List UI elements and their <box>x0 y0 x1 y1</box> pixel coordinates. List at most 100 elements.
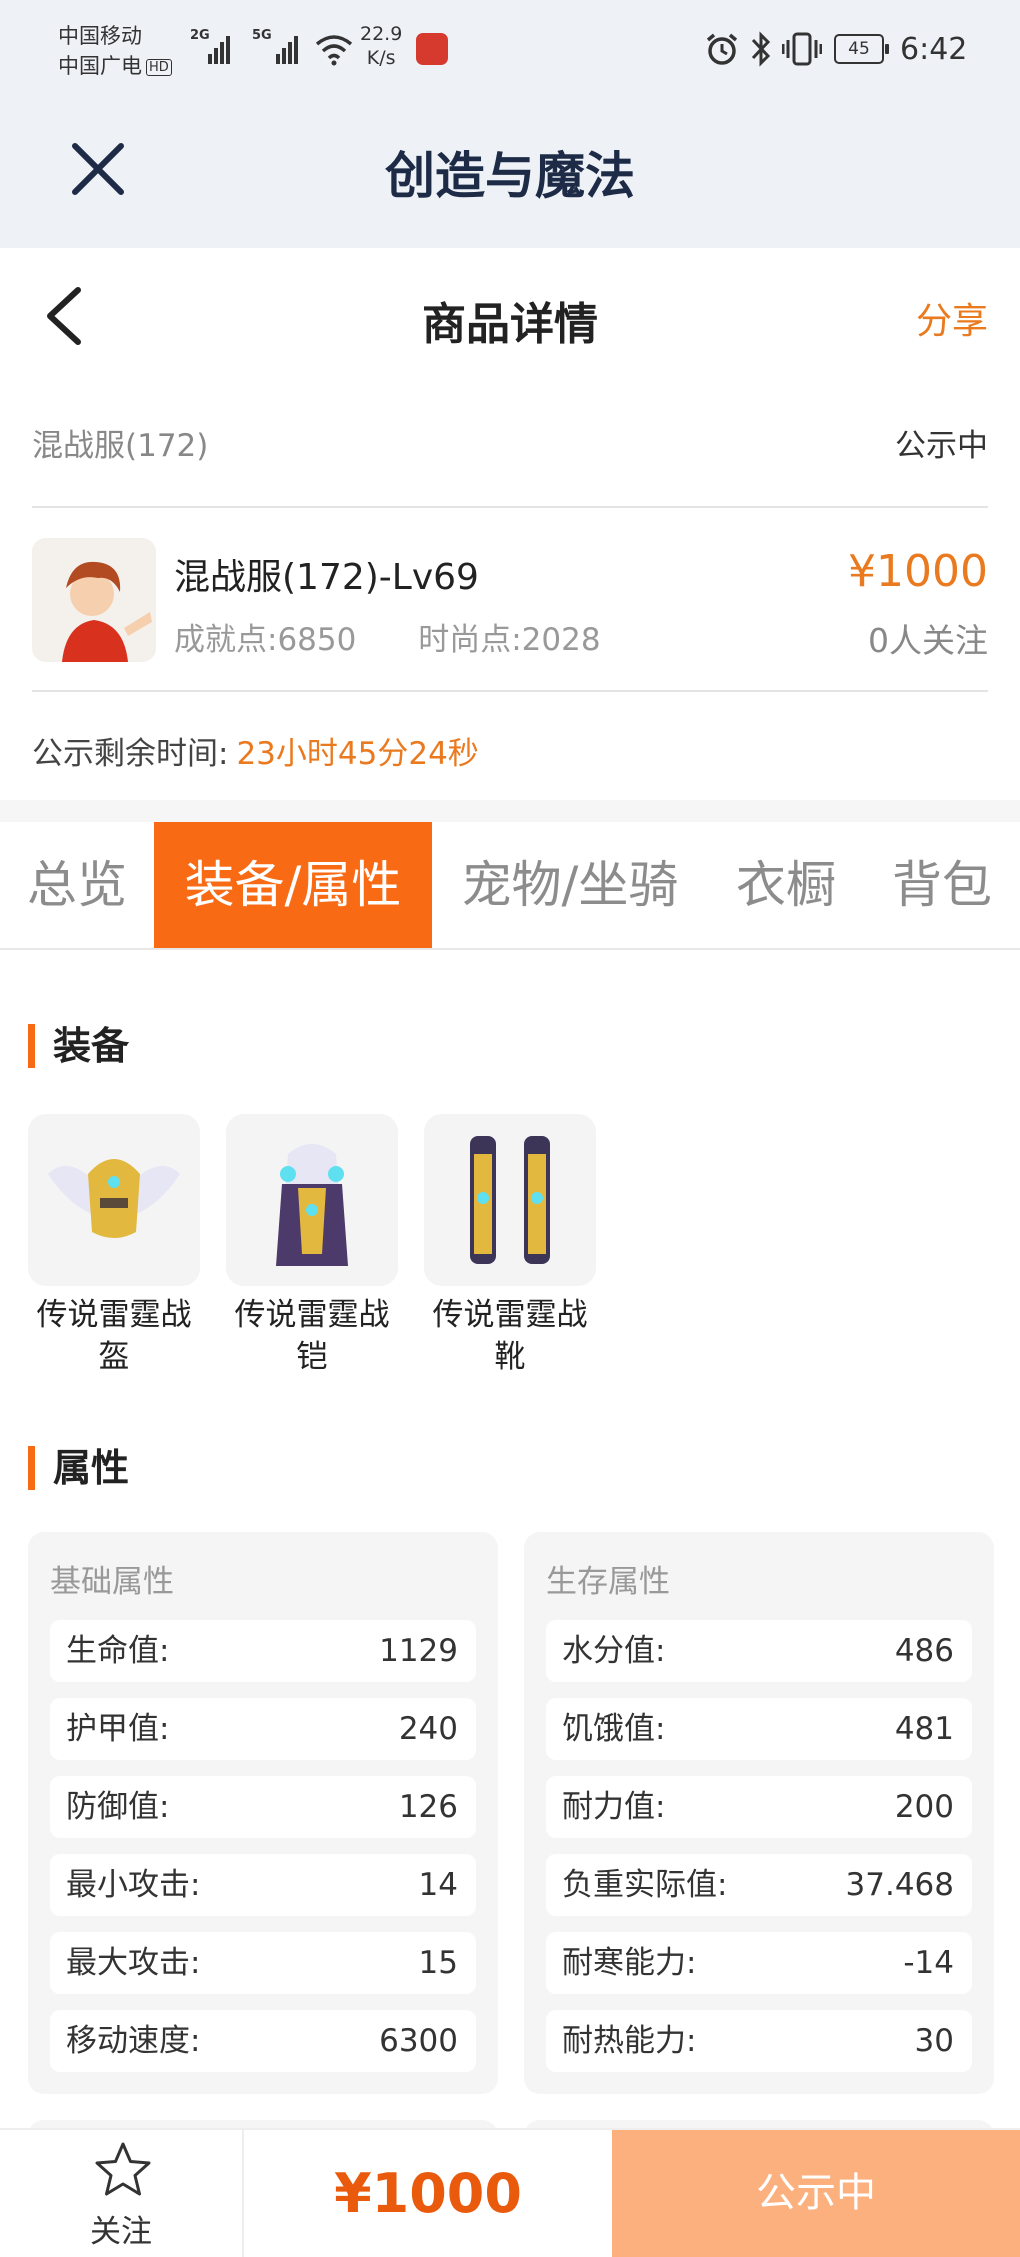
follower-count: 0人关注 <box>868 621 988 660</box>
attribute-value: 14 <box>418 1867 458 1903</box>
app-notification-icon <box>416 33 448 65</box>
fashion-points: 时尚点:2028 <box>418 622 601 658</box>
equipment-item[interactable]: 传说雷霆战盔 <box>28 1114 200 1378</box>
status-button[interactable]: 公示中 <box>612 2130 1020 2257</box>
equipment-heading: 装备 <box>28 1024 129 1068</box>
attribute-value: 126 <box>398 1789 458 1825</box>
equipment-item[interactable]: 传说雷霆战靴 <box>424 1114 596 1378</box>
tab-overview[interactable]: 总览 <box>0 822 154 948</box>
helmet-image <box>28 1114 200 1286</box>
attribute-label: 移动速度: <box>66 2023 201 2059</box>
page-title: 商品详情 <box>422 299 598 350</box>
listing-server-row: 混战服(172) 公示中 <box>32 420 988 465</box>
basic-attributes-panel: 基础属性 生命值: 1129 护甲值: 240 防御值: 126 最小攻击: 14 最大… <box>28 1532 498 2094</box>
boots-image <box>424 1114 596 1286</box>
bottom-action-bar: 关注 ¥1000 公示中 <box>0 2128 1020 2257</box>
signal-2g-icon: 2G <box>190 28 230 64</box>
attributes-heading: 属性 <box>28 1446 129 1490</box>
attribute-value: 481 <box>894 1711 954 1747</box>
attribute-label: 耐力值: <box>562 1789 666 1825</box>
star-icon <box>95 2142 151 2196</box>
countdown-row: 公示剩余时间: 23小时45分24秒 <box>32 728 479 773</box>
bluetooth-icon <box>751 31 771 67</box>
attribute-row: 移动速度: 6300 <box>50 2010 476 2072</box>
item-name: 混战服(172)-Lv69 <box>174 557 479 598</box>
battery-icon: 45 <box>834 34 889 64</box>
item-price: ¥1000 <box>848 546 988 597</box>
follow-label: 关注 <box>90 2214 152 2250</box>
tab-backpack[interactable]: 背包 <box>864 822 1020 948</box>
share-button[interactable]: 分享 <box>916 292 988 344</box>
countdown-label: 公示剩余时间: <box>32 736 229 772</box>
attribute-row: 负重实际值: 37.468 <box>546 1854 972 1916</box>
attribute-row: 防御值: 126 <box>50 1776 476 1838</box>
status-bar: 中国移动 中国广电 HD 2G 5G 22.9 K/s 45 6:42 <box>0 0 1020 100</box>
speed-value: 22.9 <box>360 23 403 45</box>
tab-wardrobe[interactable]: 衣橱 <box>708 822 864 948</box>
follow-button[interactable]: 关注 <box>0 2130 244 2257</box>
attribute-label: 饥饿值: <box>562 1711 666 1747</box>
app-title: 创造与魔法 <box>385 147 635 205</box>
attribute-value: 37.468 <box>845 1867 954 1903</box>
attribute-label: 最大攻击: <box>66 1945 201 1981</box>
countdown-value: 23小时45分24秒 <box>236 736 479 772</box>
attribute-label: 生命值: <box>66 1633 170 1669</box>
panel-title: 基础属性 <box>50 1564 174 1600</box>
divider <box>32 690 988 692</box>
tab-equipment-attributes[interactable]: 装备/属性 <box>154 822 432 948</box>
attribute-row: 最大攻击: 15 <box>50 1932 476 1994</box>
attribute-value: 30 <box>914 2023 954 2059</box>
hd-badge: HD <box>146 58 172 76</box>
attribute-value: -14 <box>903 1945 954 1981</box>
attribute-label: 护甲值: <box>66 1711 170 1747</box>
divider <box>32 506 988 508</box>
network-speed: 22.9 K/s <box>360 22 402 70</box>
attribute-value: 486 <box>894 1633 954 1669</box>
attribute-row: 最小攻击: 14 <box>50 1854 476 1916</box>
equipment-name: 传说雷霆战盔 <box>36 1297 192 1375</box>
listing-status: 公示中 <box>895 428 988 464</box>
detail-tabs: 总览 装备/属性 宠物/坐骑 衣橱 背包 <box>0 822 1020 950</box>
bottom-price: ¥1000 <box>334 2162 522 2225</box>
page-nav: 商品详情 分享 <box>0 248 1020 384</box>
app-title-bar: 创造与魔法 <box>0 100 1020 248</box>
attribute-label: 防御值: <box>66 1789 170 1825</box>
attribute-row: 护甲值: 240 <box>50 1698 476 1760</box>
attribute-row: 耐力值: 200 <box>546 1776 972 1838</box>
character-avatar <box>32 538 156 662</box>
attribute-value: 15 <box>418 1945 458 1981</box>
section-spacer <box>0 800 1020 822</box>
equipment-item[interactable]: 传说雷霆战铠 <box>226 1114 398 1378</box>
vibrate-icon <box>782 32 822 66</box>
tab-pets-mounts[interactable]: 宠物/坐骑 <box>432 822 708 948</box>
armor-image <box>226 1114 398 1286</box>
attribute-value: 1129 <box>379 1633 458 1669</box>
item-points: 成就点:6850 时尚点:2028 <box>174 614 653 659</box>
alarm-icon <box>706 33 738 65</box>
attribute-row: 耐热能力: 30 <box>546 2010 972 2072</box>
attribute-row: 耐寒能力: -14 <box>546 1932 972 1994</box>
survival-attributes-panel: 生存属性 水分值: 486 饥饿值: 481 耐力值: 200 负重实际值: 37.46… <box>524 1532 994 2094</box>
attribute-label: 负重实际值: <box>562 1867 728 1903</box>
equipment-name: 传说雷霆战铠 <box>234 1297 390 1375</box>
attribute-label: 最小攻击: <box>66 1867 201 1903</box>
panel-title: 生存属性 <box>546 1564 670 1600</box>
attribute-label: 耐热能力: <box>562 2023 697 2059</box>
carrier-1: 中国移动 <box>58 24 142 48</box>
attribute-row: 饥饿值: 481 <box>546 1698 972 1760</box>
attribute-value: 200 <box>894 1789 954 1825</box>
character-portrait-image <box>32 538 156 662</box>
speed-unit: K/s <box>366 47 396 69</box>
equipment-name: 传说雷霆战靴 <box>432 1297 588 1375</box>
attribute-row: 生命值: 1129 <box>50 1620 476 1682</box>
carrier-2-label: 中国广电 <box>58 54 142 78</box>
attribute-value: 6300 <box>379 2023 458 2059</box>
attribute-label: 水分值: <box>562 1633 666 1669</box>
attribute-label: 耐寒能力: <box>562 1945 697 1981</box>
wifi-icon <box>315 35 353 66</box>
server-name: 混战服(172) <box>32 428 209 464</box>
attribute-value: 240 <box>398 1711 458 1747</box>
attribute-row: 水分值: 486 <box>546 1620 972 1682</box>
carrier-2: 中国广电 HD <box>58 50 172 80</box>
clock: 6:42 <box>900 32 968 67</box>
